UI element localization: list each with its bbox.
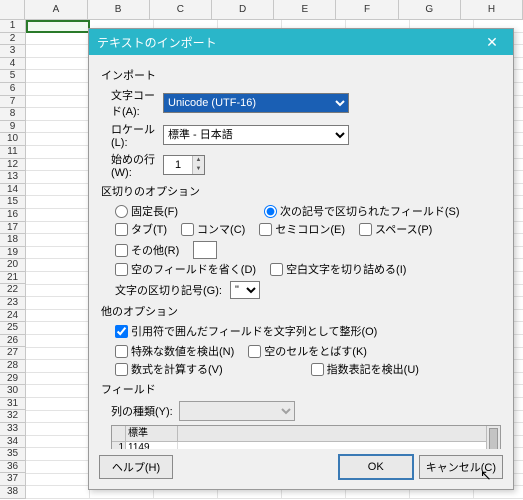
help-button[interactable]: ヘルプ(H) [99, 455, 173, 479]
row-header[interactable]: 8 [0, 108, 26, 121]
row-header[interactable]: 38 [0, 486, 26, 499]
start-row-stepper[interactable]: ▲▼ [163, 155, 205, 175]
col-header[interactable]: G [399, 0, 461, 19]
row-header[interactable]: 1 [0, 20, 26, 33]
preview-vertical-scrollbar[interactable] [486, 426, 500, 449]
row-header[interactable]: 6 [0, 83, 26, 96]
data-preview[interactable]: 標準 1114927921300974017158265654827395087… [111, 425, 501, 449]
active-cell-outline [26, 20, 90, 33]
row-header[interactable]: 33 [0, 423, 26, 436]
comma-checkbox[interactable]: コンマ(C) [181, 221, 245, 237]
row-header[interactable]: 26 [0, 335, 26, 348]
row-header[interactable]: 9 [0, 121, 26, 134]
row-header[interactable]: 28 [0, 360, 26, 373]
locale-label: ロケール(L): [101, 121, 163, 149]
row-header[interactable]: 21 [0, 272, 26, 285]
skip-empty-checkbox[interactable]: 空のフィールドを省く(D) [115, 261, 256, 277]
delimited-radio[interactable]: 次の記号で区切られたフィールド(S) [264, 203, 459, 219]
row-header[interactable]: 15 [0, 196, 26, 209]
row-header[interactable]: 35 [0, 448, 26, 461]
col-header[interactable]: F [336, 0, 398, 19]
cancel-button[interactable]: キャンセル(C) [419, 455, 503, 479]
text-delimiter-select[interactable]: " [230, 281, 260, 299]
ok-button[interactable]: OK [339, 455, 413, 479]
chevron-down-icon[interactable]: ▼ [193, 165, 204, 174]
row-header[interactable]: 12 [0, 159, 26, 172]
dialog-titlebar[interactable]: テキストのインポート ✕ [89, 29, 513, 55]
fixed-width-radio[interactable]: 固定長(F) [115, 203, 178, 219]
row-header[interactable]: 18 [0, 234, 26, 247]
locale-select[interactable]: 標準 - 日本語 [163, 125, 349, 145]
row-header[interactable]: 10 [0, 133, 26, 146]
row-header[interactable]: 30 [0, 385, 26, 398]
col-header[interactable]: H [461, 0, 523, 19]
row-header[interactable]: 5 [0, 70, 26, 83]
preview-row[interactable]: 11149 [112, 442, 486, 449]
detect-special-checkbox[interactable]: 特殊な数値を検出(N) [115, 343, 234, 359]
detect-exponent-checkbox[interactable]: 指数表記を検出(U) [311, 361, 419, 377]
fields-section-header: フィールド [101, 381, 501, 397]
row-header[interactable]: 37 [0, 473, 26, 486]
col-header[interactable]: A [25, 0, 87, 19]
trim-spaces-checkbox[interactable]: 空白文字を切り詰める(I) [270, 261, 406, 277]
row-header[interactable]: 34 [0, 436, 26, 449]
row-header[interactable]: 29 [0, 373, 26, 386]
dialog-title: テキストのインポート [97, 34, 217, 51]
preview-col-header[interactable]: 標準 [126, 426, 178, 441]
row-header[interactable]: 3 [0, 45, 26, 58]
semicolon-checkbox[interactable]: セミコロン(E) [259, 221, 345, 237]
skip-empty-cells-checkbox[interactable]: 空のセルをとばす(K) [248, 343, 367, 359]
close-icon[interactable]: ✕ [479, 34, 505, 51]
row-header[interactable]: 2 [0, 33, 26, 46]
encoding-label: 文字コード(A): [101, 87, 163, 119]
start-row-label: 始めの行(W): [101, 151, 163, 179]
other-delimiter-input[interactable] [193, 241, 217, 259]
row-header[interactable]: 16 [0, 209, 26, 222]
import-section-header: インポート [101, 67, 501, 83]
row-header[interactable]: 31 [0, 398, 26, 411]
row-header[interactable]: 24 [0, 310, 26, 323]
col-header[interactable]: E [274, 0, 336, 19]
eval-formula-checkbox[interactable]: 数式を計算する(V) [115, 361, 223, 377]
row-header[interactable]: 14 [0, 184, 26, 197]
row-header[interactable]: 32 [0, 410, 26, 423]
text-delimiter-label: 文字の区切り記号(G): [115, 282, 222, 298]
tab-checkbox[interactable]: タブ(T) [115, 221, 167, 237]
other-section-header: 他のオプション [101, 303, 501, 319]
row-header[interactable]: 19 [0, 247, 26, 260]
chevron-up-icon[interactable]: ▲ [193, 156, 204, 165]
row-header[interactable]: 7 [0, 96, 26, 109]
row-header[interactable]: 27 [0, 347, 26, 360]
select-all-corner[interactable] [0, 0, 25, 19]
start-row-input[interactable] [164, 156, 192, 174]
col-header[interactable]: C [150, 0, 212, 19]
other-checkbox[interactable]: その他(R) [115, 242, 179, 258]
row-header[interactable]: 20 [0, 259, 26, 272]
space-checkbox[interactable]: スペース(P) [359, 221, 432, 237]
row-header[interactable]: 36 [0, 461, 26, 474]
row-header[interactable]: 23 [0, 297, 26, 310]
row-header[interactable]: 11 [0, 146, 26, 159]
row-header[interactable]: 13 [0, 171, 26, 184]
row-header[interactable]: 17 [0, 222, 26, 235]
column-type-select[interactable] [179, 401, 295, 421]
row-header[interactable]: 25 [0, 322, 26, 335]
encoding-select[interactable]: Unicode (UTF-16) [163, 93, 349, 113]
text-import-dialog: テキストのインポート ✕ インポート 文字コード(A): Unicode (UT… [88, 28, 514, 490]
quoted-as-text-checkbox[interactable]: 引用符で囲んだフィールドを文字列として整形(O) [115, 323, 377, 339]
col-header[interactable]: B [88, 0, 150, 19]
row-header[interactable]: 4 [0, 58, 26, 71]
col-header[interactable]: D [212, 0, 274, 19]
row-header[interactable]: 22 [0, 284, 26, 297]
separator-section-header: 区切りのオプション [101, 183, 501, 199]
column-type-label: 列の種類(Y): [111, 403, 173, 419]
